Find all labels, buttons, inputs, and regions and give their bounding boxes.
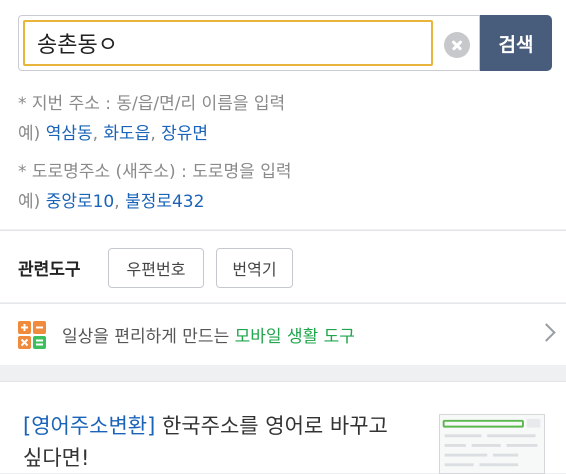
example-prefix: 예) [18,192,41,212]
search-input[interactable] [23,20,433,66]
related-tools: 관련도구 우편번호 번역기 [0,230,566,302]
search-panel: 검색 * 지번 주소 : 동/읍/면/리 이름을 입력 예) 역삼동, 화도읍,… [0,0,566,229]
asterisk-icon: * [18,162,27,182]
ad-thumbnail [439,414,545,474]
postal-code-button[interactable]: 우편번호 [108,248,204,288]
example-link-hwado[interactable]: 화도읍 [103,124,150,144]
translator-button[interactable]: 번역기 [216,248,293,288]
example-link-jungang[interactable]: 중앙로10 [46,192,115,212]
search-bar: 검색 [18,15,552,71]
road-address-examples: 예) 중앙로10, 불정로432 [18,192,205,212]
related-tools-label: 관련도구 [18,260,81,280]
road-address-hint: * 도로명주소 (새주소) : 도로명을 입력 [18,157,291,182]
calculator-icon [18,321,46,349]
promo-text-main: 일상을 편리하게 만드는 [62,327,230,347]
clear-icon[interactable] [444,32,470,58]
search-box [18,15,480,71]
example-link-buljeong[interactable]: 불정로432 [125,192,204,212]
example-link-jangyu[interactable]: 장유면 [161,124,208,144]
road-address-hint-text: 도로명주소 (새주소) : 도로명을 입력 [31,162,292,182]
lot-address-examples: 예) 역삼동, 화도읍, 장유면 [18,124,209,144]
promo-text: 일상을 편리하게 만드는 모바일 생활 도구 [62,322,355,347]
chevron-right-icon [537,323,556,342]
lot-address-hint-text: 지번 주소 : 동/읍/면/리 이름을 입력 [31,94,286,114]
asterisk-icon: * [18,94,27,114]
promo-text-highlight: 모바일 생활 도구 [234,327,355,347]
ad-link[interactable]: [영어주소변환] [23,414,155,438]
lot-address-hint: * 지번 주소 : 동/읍/면/리 이름을 입력 [18,89,285,114]
ad-banner[interactable]: [영어주소변환] 한국주소를 영어로 바꾸고 싶다면! [0,381,566,474]
ad-title[interactable]: [영어주소변환] 한국주소를 영어로 바꾸고 싶다면! [23,410,413,474]
example-prefix: 예) [18,124,41,144]
mobile-tools-promo[interactable]: 일상을 편리하게 만드는 모바일 생활 도구 [0,303,566,365]
search-button[interactable]: 검색 [480,15,552,71]
example-link-yeoksam[interactable]: 역삼동 [46,124,93,144]
